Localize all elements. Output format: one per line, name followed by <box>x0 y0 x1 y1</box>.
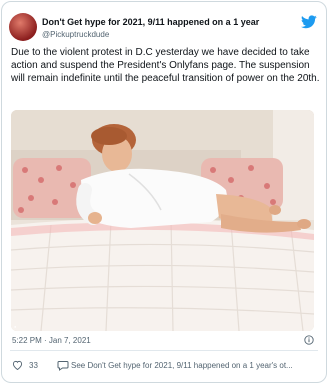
tweet-card[interactable]: Don't Get hype for 2021, 9/11 happened o… <box>1 1 327 383</box>
reply-icon[interactable] <box>57 360 69 371</box>
like-count[interactable]: 33 <box>29 361 38 370</box>
twitter-bird-icon[interactable] <box>301 15 317 29</box>
tweet-header: Don't Get hype for 2021, 9/11 happened o… <box>9 9 321 45</box>
footer-divider <box>10 350 318 351</box>
author-name[interactable]: Don't Get hype for 2021, 9/11 happened o… <box>42 17 259 27</box>
avatar[interactable] <box>9 13 37 41</box>
heart-icon[interactable] <box>12 360 23 370</box>
photo-credit-watermark: ● <box>14 324 17 329</box>
tweet-body: Due to the violent protest in D.C yester… <box>11 47 320 84</box>
author-handle[interactable]: @Pickuptruckdude <box>42 30 109 39</box>
tweet-actions: 33 See Don't Get hype for 2021, 9/11 hap… <box>12 358 318 374</box>
tweet-text: Due to the violent protest in D.C yester… <box>11 46 321 85</box>
tweet-photo[interactable]: ● <box>11 110 314 331</box>
tweet-timestamp[interactable]: 5:22 PM · Jan 7, 2021 <box>12 336 91 345</box>
photo-illustration <box>11 110 314 331</box>
see-replies-link[interactable]: See Don't Get hype for 2021, 9/11 happen… <box>71 361 316 370</box>
info-icon[interactable] <box>304 335 314 345</box>
